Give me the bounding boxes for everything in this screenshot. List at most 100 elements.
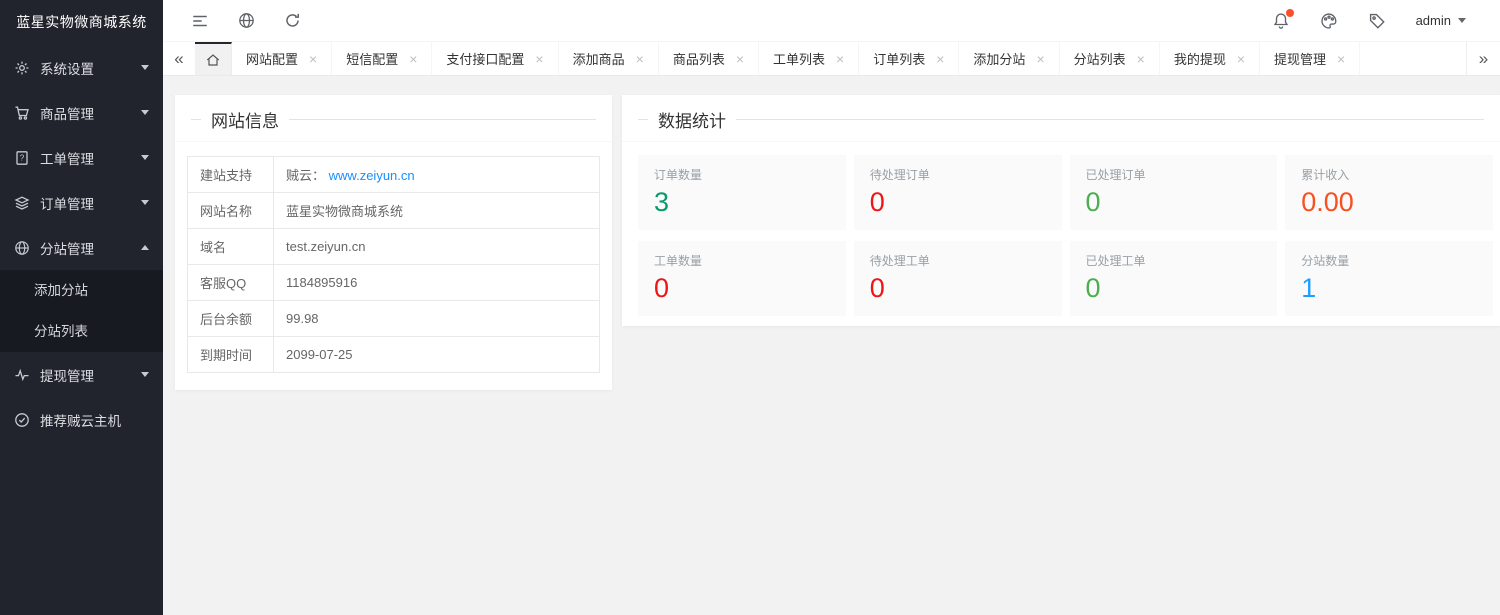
- close-icon[interactable]: ×: [836, 52, 844, 66]
- chevron-down-icon: [141, 155, 149, 160]
- tab-label: 短信配置: [346, 49, 398, 68]
- stat-label: 待处理工单: [870, 252, 1046, 269]
- chevron-down-icon: [1458, 18, 1466, 23]
- user-dropdown[interactable]: admin: [1416, 13, 1466, 28]
- stats-title: 数据统计: [658, 107, 726, 132]
- close-icon[interactable]: ×: [309, 52, 317, 66]
- close-icon[interactable]: ×: [409, 52, 417, 66]
- sidebar-subitem-add-substation[interactable]: 添加分站: [0, 270, 163, 311]
- refresh-icon[interactable]: [284, 12, 301, 29]
- chevron-down-icon: [141, 372, 149, 377]
- notification-dot: [1286, 9, 1294, 17]
- support-prefix: 贼云：: [286, 168, 325, 183]
- tab-label: 支付接口配置: [446, 49, 524, 68]
- stat-label: 工单数量: [654, 252, 830, 269]
- stat-value: 0: [1086, 187, 1262, 218]
- site-info-title: 网站信息: [211, 107, 279, 132]
- tab-add-product[interactable]: 添加商品 ×: [559, 42, 659, 75]
- sidebar-item-order-manage[interactable]: 订单管理: [0, 180, 163, 225]
- stat-label: 已处理订单: [1086, 166, 1262, 183]
- stat-label: 待处理订单: [870, 166, 1046, 183]
- main-column: admin « 网站配置 × 短信配置 × 支付接口配置: [163, 0, 1500, 615]
- stat-card-pending-workorders: 待处理工单 0: [854, 241, 1062, 316]
- stats-cards: 订单数量 3 待处理订单 0 已处理订单 0 累计收入 0.00: [622, 142, 1500, 326]
- stat-value: 0: [870, 273, 1046, 304]
- close-icon[interactable]: ×: [1036, 52, 1044, 66]
- row-label: 域名: [188, 229, 274, 265]
- site-info-table: 建站支持 贼云： www.zeiyun.cn 网站名称 蓝星实物微商城系统: [187, 156, 600, 373]
- app-root: 蓝星实物微商城系统 系统设置 商品管理 ? 工单管理: [0, 0, 1500, 615]
- globe-icon: [14, 240, 30, 256]
- row-value: 蓝星实物微商城系统: [274, 193, 600, 229]
- close-icon[interactable]: ×: [535, 52, 543, 66]
- tab-add-substation[interactable]: 添加分站 ×: [959, 42, 1059, 75]
- stat-label: 分站数量: [1301, 252, 1477, 269]
- theme-palette-icon[interactable]: [1320, 12, 1338, 30]
- navbar-right-icons: admin: [1272, 12, 1466, 30]
- close-icon[interactable]: ×: [636, 52, 644, 66]
- chevron-down-icon: [141, 110, 149, 115]
- stat-label: 订单数量: [654, 166, 830, 183]
- tab-workorder-list[interactable]: 工单列表 ×: [759, 42, 859, 75]
- stat-card-workorder-count: 工单数量 0: [638, 241, 846, 316]
- stat-card-order-count: 订单数量 3: [638, 155, 846, 230]
- gear-icon: [14, 60, 30, 76]
- tab-sms-config[interactable]: 短信配置 ×: [332, 42, 432, 75]
- stat-value: 0: [654, 273, 830, 304]
- row-value: 2099-07-25: [274, 337, 600, 373]
- row-value: 贼云： www.zeiyun.cn: [274, 157, 600, 193]
- pulse-icon: [14, 367, 30, 383]
- stat-card-total-income: 累计收入 0.00: [1285, 155, 1493, 230]
- tab-label: 我的提现: [1174, 49, 1226, 68]
- ticket-icon: ?: [14, 150, 30, 166]
- sidebar-subitem-substation-list[interactable]: 分站列表: [0, 311, 163, 352]
- sidebar-item-product-manage[interactable]: 商品管理: [0, 90, 163, 135]
- tag-icon[interactable]: [1368, 12, 1386, 30]
- sidebar-item-label: 推荐贼云主机: [40, 410, 149, 430]
- close-icon[interactable]: ×: [1237, 52, 1245, 66]
- stat-value: 0: [870, 187, 1046, 218]
- sidebar-item-label: 系统设置: [40, 58, 141, 78]
- sidebar-item-substation-manage[interactable]: 分站管理: [0, 225, 163, 270]
- site-info-panel: 网站信息 建站支持 贼云： www.zeiyun.cn: [175, 95, 612, 390]
- close-icon[interactable]: ×: [736, 52, 744, 66]
- stats-header: 数据统计: [622, 95, 1500, 142]
- tabs-scroll-right-button[interactable]: »: [1466, 42, 1500, 75]
- globe-language-icon[interactable]: [238, 12, 255, 29]
- sidebar-item-label: 工单管理: [40, 148, 141, 168]
- sidebar-item-workorder-manage[interactable]: ? 工单管理: [0, 135, 163, 180]
- site-info-header: 网站信息: [175, 95, 612, 142]
- close-icon[interactable]: ×: [1337, 52, 1345, 66]
- stat-value: 1: [1301, 273, 1477, 304]
- row-value: test.zeiyun.cn: [274, 229, 600, 265]
- tab-home[interactable]: [195, 42, 232, 75]
- sidebar-item-label: 提现管理: [40, 365, 141, 385]
- tab-withdrawal-manage[interactable]: 提现管理 ×: [1260, 42, 1360, 75]
- chevron-up-icon: [141, 245, 149, 250]
- sidebar-item-system-settings[interactable]: 系统设置: [0, 45, 163, 90]
- chevron-down-icon: [141, 200, 149, 205]
- table-row: 后台余额 99.98: [188, 301, 600, 337]
- support-link[interactable]: www.zeiyun.cn: [329, 168, 415, 183]
- tab-payment-config[interactable]: 支付接口配置 ×: [432, 42, 558, 75]
- tab-order-list[interactable]: 订单列表 ×: [859, 42, 959, 75]
- row-label: 客服QQ: [188, 265, 274, 301]
- sidebar-menu: 系统设置 商品管理 ? 工单管理 订: [0, 45, 163, 442]
- tab-website-config[interactable]: 网站配置 ×: [232, 42, 332, 75]
- stat-value: 0.00: [1301, 187, 1477, 218]
- stats-panel: 数据统计 订单数量 3 待处理订单 0 已处理订单 0: [622, 95, 1500, 326]
- user-name: admin: [1416, 13, 1451, 28]
- notification-bell-icon[interactable]: [1272, 12, 1290, 30]
- tab-bar: « 网站配置 × 短信配置 × 支付接口配置 × 添加商品 ×: [163, 42, 1500, 76]
- tabs-scroll-left-button[interactable]: «: [163, 42, 195, 75]
- tab-my-withdrawal[interactable]: 我的提现 ×: [1160, 42, 1260, 75]
- row-value: 1184895916: [274, 265, 600, 301]
- sidebar-item-withdraw-manage[interactable]: 提现管理: [0, 352, 163, 397]
- collapse-sidebar-icon[interactable]: [191, 12, 209, 30]
- sidebar-item-recommend-host[interactable]: 推荐贼云主机: [0, 397, 163, 442]
- tab-product-list[interactable]: 商品列表 ×: [659, 42, 759, 75]
- close-icon[interactable]: ×: [1137, 52, 1145, 66]
- tab-substation-list[interactable]: 分站列表 ×: [1060, 42, 1160, 75]
- close-icon[interactable]: ×: [936, 52, 944, 66]
- table-row: 建站支持 贼云： www.zeiyun.cn: [188, 157, 600, 193]
